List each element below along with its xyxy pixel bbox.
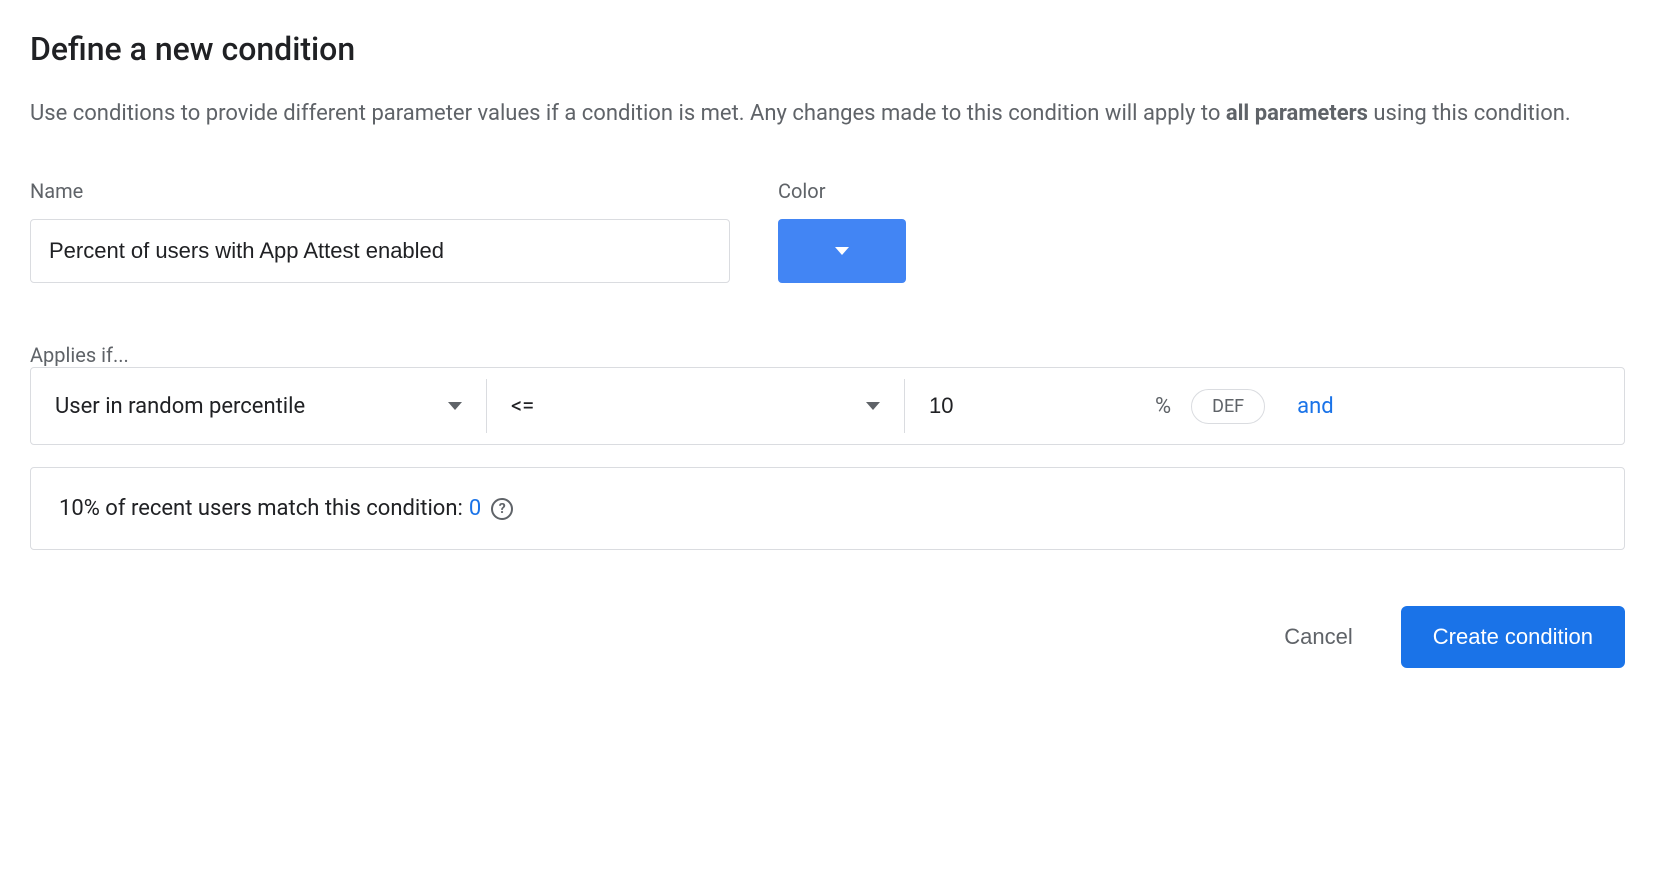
match-text: 10% of recent users match this condition… <box>59 496 463 521</box>
value-cell <box>905 379 1155 433</box>
description-bold: all parameters <box>1226 101 1368 126</box>
condition-type-text: User in random percentile <box>55 394 305 419</box>
chevron-down-icon <box>835 247 849 255</box>
percent-sign: % <box>1155 394 1191 419</box>
match-count: 0 <box>469 496 481 521</box>
name-input[interactable] <box>30 219 730 283</box>
color-picker-button[interactable] <box>778 219 906 283</box>
button-row: Cancel Create condition <box>30 606 1625 668</box>
operator-dropdown[interactable]: <= <box>487 379 905 433</box>
name-group: Name <box>30 179 730 283</box>
chevron-down-icon <box>866 402 880 410</box>
def-chip[interactable]: DEF <box>1191 389 1265 424</box>
cancel-button[interactable]: Cancel <box>1260 608 1376 666</box>
description-before: Use conditions to provide different para… <box>30 101 1226 126</box>
operator-text: <= <box>511 394 534 419</box>
color-group: Color <box>778 179 906 283</box>
applies-row: User in random percentile <= % DEF and <box>30 367 1625 445</box>
create-condition-button[interactable]: Create condition <box>1401 606 1625 668</box>
help-icon[interactable]: ? <box>491 498 513 520</box>
name-label: Name <box>30 179 730 203</box>
applies-label: Applies if... <box>30 343 129 367</box>
form-row: Name Color <box>30 179 1625 283</box>
chevron-down-icon <box>448 402 462 410</box>
value-input[interactable] <box>929 393 1131 419</box>
match-info: 10% of recent users match this condition… <box>30 467 1625 550</box>
color-label: Color <box>778 179 906 203</box>
and-link[interactable]: and <box>1297 394 1366 419</box>
description: Use conditions to provide different para… <box>30 96 1625 131</box>
page-title: Define a new condition <box>30 30 1625 68</box>
condition-type-dropdown[interactable]: User in random percentile <box>31 379 487 433</box>
description-after: using this condition. <box>1368 101 1571 126</box>
